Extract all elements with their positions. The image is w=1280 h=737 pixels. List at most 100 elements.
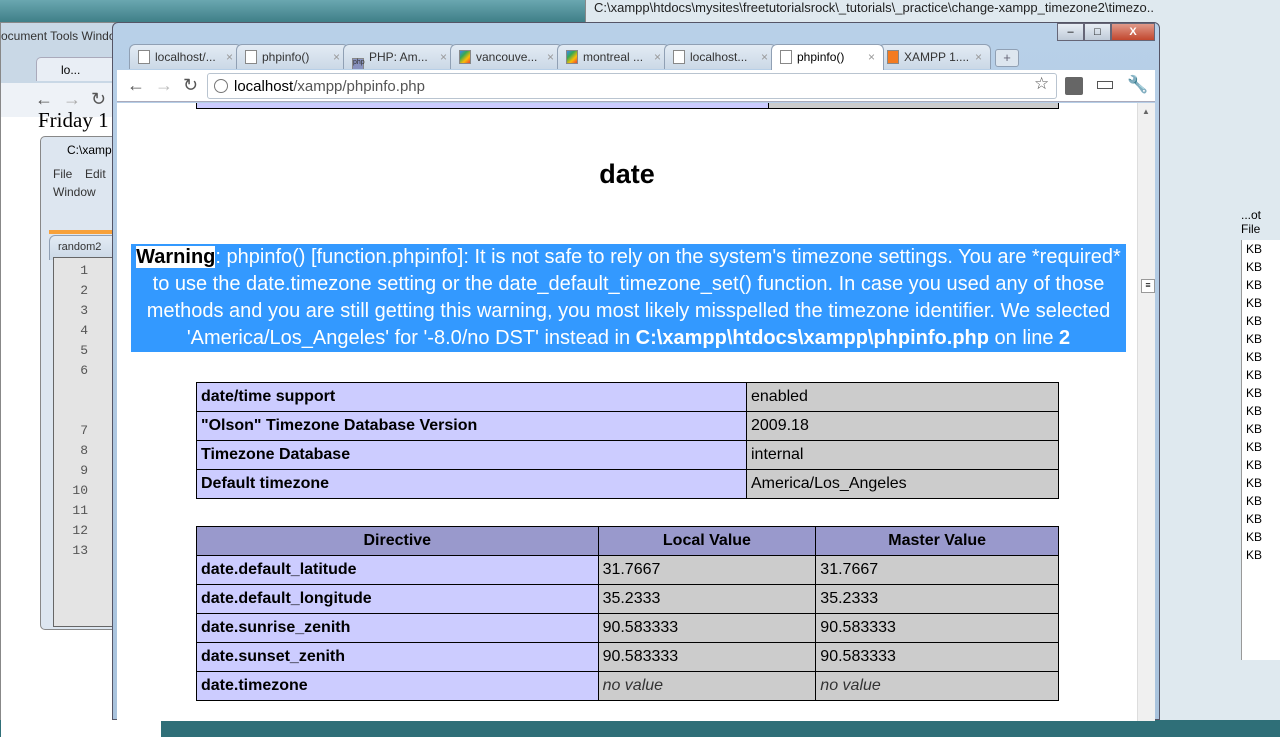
line-number: 10 xyxy=(72,483,88,498)
row-label: date/time support xyxy=(196,382,747,412)
tab-1[interactable]: phpinfo() × xyxy=(236,44,349,69)
file-size: KB xyxy=(1246,404,1263,418)
file-size: KB xyxy=(1246,368,1263,382)
back-icon[interactable]: ← xyxy=(35,89,53,110)
browser-toolbar: ← → ↻ localhost/xampp/phpinfo.php ☆ 🔧 xyxy=(117,70,1155,102)
forward-icon[interactable]: → xyxy=(155,75,173,96)
tab-5[interactable]: localhost... × xyxy=(664,44,777,69)
master-value: no value xyxy=(815,671,1059,701)
page-icon xyxy=(673,50,685,64)
warning-file: C:\xampp\htdocs\xampp\phpinfo.php xyxy=(635,327,989,349)
menu-window[interactable]: Window xyxy=(53,185,96,199)
close-tab-icon[interactable]: × xyxy=(440,50,447,64)
local-value: no value xyxy=(597,671,817,701)
star-icon[interactable]: ☆ xyxy=(1034,74,1049,94)
forward-icon[interactable]: → xyxy=(63,89,81,110)
line-number: 1 xyxy=(80,263,88,278)
maximize-button[interactable]: □ xyxy=(1084,23,1111,41)
browser-window: – □ X localhost/... × phpinfo() × php PHP: Am… xyxy=(112,22,1160,721)
close-tab-icon[interactable]: × xyxy=(547,50,554,64)
file-list[interactable]: KB KB KB KB KB KB KB KB KB KB KB KB KB KB KB KB KB KB xyxy=(1241,240,1280,660)
menu-file[interactable]: File xyxy=(53,167,72,181)
globe-icon xyxy=(214,79,228,93)
scroll-up-icon[interactable]: ▲ xyxy=(1142,107,1150,116)
vertical-scrollbar[interactable]: ▲ ≡ xyxy=(1137,103,1155,721)
php-icon: php xyxy=(352,58,365,69)
tab-3[interactable]: vancouve... × xyxy=(450,44,563,69)
tab-0[interactable]: localhost/... × xyxy=(129,44,242,69)
file-size: KB xyxy=(1246,422,1263,436)
xampp-icon xyxy=(887,50,899,64)
page-icon xyxy=(245,50,257,64)
tab-label: localhost/... xyxy=(155,50,216,64)
close-tab-icon[interactable]: × xyxy=(333,50,340,64)
line-number: 3 xyxy=(80,303,88,318)
close-button[interactable]: X xyxy=(1111,23,1155,41)
warning-label: Warning xyxy=(136,246,216,268)
close-tab-icon[interactable]: × xyxy=(975,50,982,64)
tab-6[interactable]: phpinfo() × xyxy=(771,44,884,70)
file-size: KB xyxy=(1246,242,1263,256)
warning-message: Warning: phpinfo() [function.phpinfo]: I… xyxy=(131,244,1126,352)
tab-4[interactable]: montreal ... × xyxy=(557,44,670,69)
no-value: no value xyxy=(602,677,664,694)
no-value: no value xyxy=(820,677,881,694)
date-info-table: date/time support enabled "Olson" Timezone… xyxy=(196,382,1059,499)
reload-icon[interactable]: ↻ xyxy=(183,75,198,96)
section-heading: date xyxy=(599,159,655,189)
local-value: 90.583333 xyxy=(597,613,817,643)
master-value: 35.2333 xyxy=(815,584,1059,614)
row-value: internal xyxy=(746,440,1059,470)
close-tab-icon[interactable]: × xyxy=(761,50,768,64)
file-size: KB xyxy=(1246,260,1263,274)
address-bar[interactable]: localhost/xampp/phpinfo.php xyxy=(207,73,1057,99)
file-size: KB xyxy=(1246,386,1263,400)
line-number: 11 xyxy=(72,503,88,518)
row-label: "Olson" Timezone Database Version xyxy=(196,411,747,441)
table-row: Timezone Database internal xyxy=(196,440,1059,470)
line-number: 13 xyxy=(72,543,88,558)
tab-2[interactable]: php PHP: Am... × xyxy=(343,44,456,69)
line-number: 2 xyxy=(80,283,88,298)
file-size: KB xyxy=(1246,476,1263,490)
file-size: KB xyxy=(1246,458,1263,472)
master-value: 31.7667 xyxy=(815,555,1059,585)
table-row: date.sunrise_zenith 90.583333 90.583333 xyxy=(196,613,1059,643)
previous-table xyxy=(196,103,1059,109)
minimize-button[interactable]: – xyxy=(1057,23,1084,41)
master-value: 90.583333 xyxy=(815,642,1059,672)
column-header: Local Value xyxy=(597,526,817,556)
reload-icon[interactable]: ↻ xyxy=(91,89,106,110)
file-size: KB xyxy=(1246,530,1263,544)
toolbar-button[interactable]: ...ot File xyxy=(1241,208,1280,236)
close-tab-icon[interactable]: × xyxy=(226,50,233,64)
directive-name: date.sunrise_zenith xyxy=(196,613,599,643)
page-icon xyxy=(138,50,150,64)
warning-line: 2 xyxy=(1059,327,1071,349)
file-size: KB xyxy=(1246,332,1263,346)
tab-7[interactable]: XAMPP 1.... × xyxy=(878,44,991,69)
tab-strip: localhost/... × phpinfo() × php PHP: Am... × va… xyxy=(129,44,1019,70)
extension-icon[interactable] xyxy=(1065,77,1083,95)
page-icon xyxy=(780,50,792,64)
file-size: KB xyxy=(1246,440,1263,454)
tab[interactable]: lo... xyxy=(36,57,116,81)
master-value: 90.583333 xyxy=(815,613,1059,643)
page-menu-icon[interactable] xyxy=(1097,81,1113,89)
close-tab-icon[interactable]: × xyxy=(868,50,875,64)
line-number: 6 xyxy=(80,363,88,378)
google-maps-icon xyxy=(566,50,578,64)
file-size: KB xyxy=(1246,494,1263,508)
close-tab-icon[interactable]: × xyxy=(654,50,661,64)
wrench-icon[interactable]: 🔧 xyxy=(1127,75,1148,95)
back-icon[interactable]: ← xyxy=(127,75,145,96)
local-value: 90.583333 xyxy=(597,642,817,672)
directive-name: date.default_longitude xyxy=(196,584,599,614)
tab-label: phpinfo() xyxy=(797,50,845,64)
url-path: /xampp/phpinfo.php xyxy=(293,78,425,95)
new-tab-button[interactable]: + xyxy=(995,49,1019,67)
scrollbar-thumb[interactable]: ≡ xyxy=(1141,279,1155,293)
table-row: date.timezone no value no value xyxy=(196,671,1059,701)
local-value: 35.2333 xyxy=(597,584,817,614)
menu-edit[interactable]: Edit xyxy=(85,167,106,181)
